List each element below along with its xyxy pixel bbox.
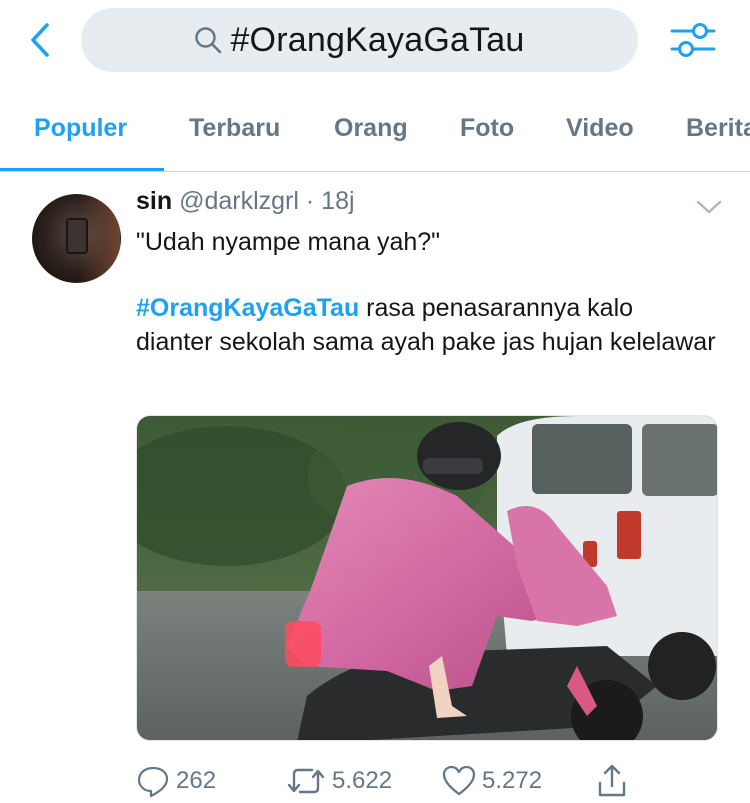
tweet-actions: 262 5.622 5.272	[0, 761, 750, 801]
author-handle[interactable]: @darklzgrl	[179, 187, 299, 215]
search-icon	[194, 25, 224, 55]
tab-orang[interactable]: Orang	[334, 114, 408, 143]
tab-berita[interactable]: Berita	[686, 114, 750, 143]
photo-motorcycle-rain	[137, 416, 717, 740]
retweet-button[interactable]: 5.622	[286, 761, 392, 801]
filter-sliders-icon	[670, 23, 716, 57]
avatar[interactable]	[32, 194, 121, 283]
author-name[interactable]: sin	[136, 187, 172, 215]
tweet-text-line2: #OrangKayaGaTau rasa penasarannya kalo d…	[136, 291, 716, 359]
reply-count: 262	[176, 767, 217, 794]
search-input[interactable]: #OrangKayaGaTau	[81, 8, 638, 72]
tab-terbaru[interactable]: Terbaru	[189, 114, 280, 143]
tab-populer[interactable]: Populer	[34, 114, 127, 143]
like-button[interactable]: 5.272	[442, 761, 542, 801]
filter-button[interactable]	[668, 18, 718, 62]
tweet-header: sin @darklzgrl · 18j	[136, 187, 355, 216]
share-icon	[598, 764, 626, 797]
top-bar: #OrangKayaGaTau	[0, 0, 750, 82]
retweet-icon	[287, 768, 325, 794]
back-button[interactable]	[22, 22, 58, 58]
tab-foto[interactable]: Foto	[460, 114, 514, 143]
heart-icon	[442, 765, 476, 796]
tab-video[interactable]: Video	[566, 114, 634, 143]
chevron-left-icon	[31, 23, 49, 57]
reply-button[interactable]: 262	[136, 761, 216, 801]
share-button[interactable]	[596, 761, 628, 801]
retweet-count: 5.622	[332, 767, 393, 794]
search-tabs: Populer Terbaru Orang Foto Video Berita	[0, 96, 750, 172]
active-tab-indicator	[0, 168, 164, 171]
tweet[interactable]: sin @darklzgrl · 18j "Udah nyampe mana y…	[0, 173, 750, 803]
search-query-text: #OrangKayaGaTau	[230, 20, 525, 59]
like-count: 5.272	[482, 767, 543, 794]
tweet-text: "Udah nyampe mana yah?" #OrangKayaGaTau …	[136, 225, 716, 359]
chevron-down-icon	[696, 200, 722, 214]
reply-icon	[137, 766, 169, 798]
tweet-menu-button[interactable]	[693, 191, 725, 223]
tweet-photo[interactable]	[136, 415, 718, 741]
tweet-text-line1: "Udah nyampe mana yah?"	[136, 228, 441, 256]
separator-dot: ·	[305, 187, 315, 215]
tweet-timestamp: 18j	[321, 187, 355, 215]
hashtag-link[interactable]: #OrangKayaGaTau	[136, 294, 359, 322]
